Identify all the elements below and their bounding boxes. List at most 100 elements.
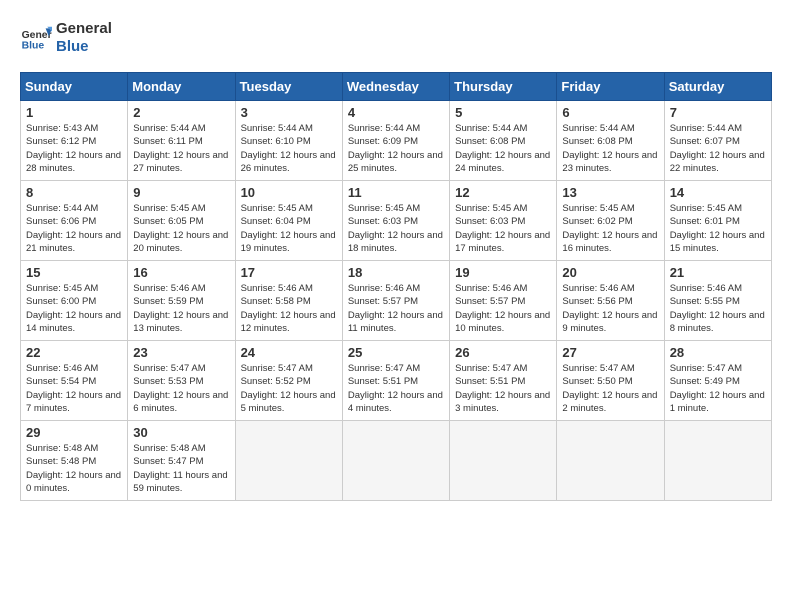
day-cell-29: 29 Sunrise: 5:48 AMSunset: 5:48 PMDaylig… xyxy=(21,421,128,501)
day-number: 26 xyxy=(455,345,551,360)
day-info: Sunrise: 5:45 AMSunset: 6:01 PMDaylight:… xyxy=(670,202,766,255)
day-info: Sunrise: 5:46 AMSunset: 5:56 PMDaylight:… xyxy=(562,282,658,335)
col-wednesday: Wednesday xyxy=(342,73,449,101)
day-cell-2: 2 Sunrise: 5:44 AMSunset: 6:11 PMDayligh… xyxy=(128,101,235,181)
day-info: Sunrise: 5:46 AMSunset: 5:57 PMDaylight:… xyxy=(348,282,444,335)
day-info: Sunrise: 5:44 AMSunset: 6:09 PMDaylight:… xyxy=(348,122,444,175)
day-cell-17: 17 Sunrise: 5:46 AMSunset: 5:58 PMDaylig… xyxy=(235,261,342,341)
empty-cell xyxy=(235,421,342,501)
day-info: Sunrise: 5:45 AMSunset: 6:05 PMDaylight:… xyxy=(133,202,229,255)
day-number: 25 xyxy=(348,345,444,360)
day-info: Sunrise: 5:47 AMSunset: 5:49 PMDaylight:… xyxy=(670,362,766,415)
day-info: Sunrise: 5:46 AMSunset: 5:59 PMDaylight:… xyxy=(133,282,229,335)
header-row: Sunday Monday Tuesday Wednesday Thursday… xyxy=(21,73,772,101)
week-row-2: 8 Sunrise: 5:44 AMSunset: 6:06 PMDayligh… xyxy=(21,181,772,261)
day-number: 21 xyxy=(670,265,766,280)
day-number: 2 xyxy=(133,105,229,120)
empty-cell xyxy=(342,421,449,501)
day-number: 12 xyxy=(455,185,551,200)
day-cell-16: 16 Sunrise: 5:46 AMSunset: 5:59 PMDaylig… xyxy=(128,261,235,341)
day-number: 11 xyxy=(348,185,444,200)
day-info: Sunrise: 5:47 AMSunset: 5:51 PMDaylight:… xyxy=(348,362,444,415)
day-number: 24 xyxy=(241,345,337,360)
day-cell-7: 7 Sunrise: 5:44 AMSunset: 6:07 PMDayligh… xyxy=(664,101,771,181)
day-info: Sunrise: 5:46 AMSunset: 5:58 PMDaylight:… xyxy=(241,282,337,335)
col-friday: Friday xyxy=(557,73,664,101)
day-cell-12: 12 Sunrise: 5:45 AMSunset: 6:03 PMDaylig… xyxy=(450,181,557,261)
day-number: 16 xyxy=(133,265,229,280)
day-info: Sunrise: 5:46 AMSunset: 5:54 PMDaylight:… xyxy=(26,362,122,415)
day-info: Sunrise: 5:47 AMSunset: 5:50 PMDaylight:… xyxy=(562,362,658,415)
empty-cell xyxy=(664,421,771,501)
day-cell-8: 8 Sunrise: 5:44 AMSunset: 6:06 PMDayligh… xyxy=(21,181,128,261)
day-number: 14 xyxy=(670,185,766,200)
day-cell-5: 5 Sunrise: 5:44 AMSunset: 6:08 PMDayligh… xyxy=(450,101,557,181)
day-cell-28: 28 Sunrise: 5:47 AMSunset: 5:49 PMDaylig… xyxy=(664,341,771,421)
day-info: Sunrise: 5:44 AMSunset: 6:06 PMDaylight:… xyxy=(26,202,122,255)
logo-blue: Blue xyxy=(56,38,112,56)
week-row-5: 29 Sunrise: 5:48 AMSunset: 5:48 PMDaylig… xyxy=(21,421,772,501)
day-cell-19: 19 Sunrise: 5:46 AMSunset: 5:57 PMDaylig… xyxy=(450,261,557,341)
day-cell-27: 27 Sunrise: 5:47 AMSunset: 5:50 PMDaylig… xyxy=(557,341,664,421)
week-row-1: 1 Sunrise: 5:43 AMSunset: 6:12 PMDayligh… xyxy=(21,101,772,181)
day-cell-3: 3 Sunrise: 5:44 AMSunset: 6:10 PMDayligh… xyxy=(235,101,342,181)
day-number: 27 xyxy=(562,345,658,360)
day-cell-1: 1 Sunrise: 5:43 AMSunset: 6:12 PMDayligh… xyxy=(21,101,128,181)
col-thursday: Thursday xyxy=(450,73,557,101)
day-info: Sunrise: 5:47 AMSunset: 5:51 PMDaylight:… xyxy=(455,362,551,415)
svg-text:Blue: Blue xyxy=(22,40,45,51)
day-info: Sunrise: 5:43 AMSunset: 6:12 PMDaylight:… xyxy=(26,122,122,175)
calendar-table: Sunday Monday Tuesday Wednesday Thursday… xyxy=(20,72,772,501)
day-cell-14: 14 Sunrise: 5:45 AMSunset: 6:01 PMDaylig… xyxy=(664,181,771,261)
day-number: 22 xyxy=(26,345,122,360)
col-monday: Monday xyxy=(128,73,235,101)
day-number: 7 xyxy=(670,105,766,120)
day-info: Sunrise: 5:47 AMSunset: 5:52 PMDaylight:… xyxy=(241,362,337,415)
day-cell-15: 15 Sunrise: 5:45 AMSunset: 6:00 PMDaylig… xyxy=(21,261,128,341)
day-info: Sunrise: 5:44 AMSunset: 6:07 PMDaylight:… xyxy=(670,122,766,175)
day-number: 30 xyxy=(133,425,229,440)
day-cell-30: 30 Sunrise: 5:48 AMSunset: 5:47 PMDaylig… xyxy=(128,421,235,501)
col-tuesday: Tuesday xyxy=(235,73,342,101)
day-cell-23: 23 Sunrise: 5:47 AMSunset: 5:53 PMDaylig… xyxy=(128,341,235,421)
page-header: General Blue General Blue xyxy=(20,20,772,56)
day-number: 4 xyxy=(348,105,444,120)
day-cell-25: 25 Sunrise: 5:47 AMSunset: 5:51 PMDaylig… xyxy=(342,341,449,421)
day-number: 8 xyxy=(26,185,122,200)
day-number: 9 xyxy=(133,185,229,200)
day-cell-9: 9 Sunrise: 5:45 AMSunset: 6:05 PMDayligh… xyxy=(128,181,235,261)
day-number: 23 xyxy=(133,345,229,360)
day-info: Sunrise: 5:44 AMSunset: 6:08 PMDaylight:… xyxy=(562,122,658,175)
day-info: Sunrise: 5:48 AMSunset: 5:47 PMDaylight:… xyxy=(133,442,229,495)
day-number: 29 xyxy=(26,425,122,440)
day-info: Sunrise: 5:45 AMSunset: 6:04 PMDaylight:… xyxy=(241,202,337,255)
col-saturday: Saturday xyxy=(664,73,771,101)
empty-cell xyxy=(557,421,664,501)
day-cell-24: 24 Sunrise: 5:47 AMSunset: 5:52 PMDaylig… xyxy=(235,341,342,421)
day-cell-6: 6 Sunrise: 5:44 AMSunset: 6:08 PMDayligh… xyxy=(557,101,664,181)
week-row-4: 22 Sunrise: 5:46 AMSunset: 5:54 PMDaylig… xyxy=(21,341,772,421)
day-number: 13 xyxy=(562,185,658,200)
day-number: 6 xyxy=(562,105,658,120)
day-number: 20 xyxy=(562,265,658,280)
day-number: 15 xyxy=(26,265,122,280)
day-cell-4: 4 Sunrise: 5:44 AMSunset: 6:09 PMDayligh… xyxy=(342,101,449,181)
day-cell-20: 20 Sunrise: 5:46 AMSunset: 5:56 PMDaylig… xyxy=(557,261,664,341)
day-info: Sunrise: 5:46 AMSunset: 5:55 PMDaylight:… xyxy=(670,282,766,335)
week-row-3: 15 Sunrise: 5:45 AMSunset: 6:00 PMDaylig… xyxy=(21,261,772,341)
day-info: Sunrise: 5:45 AMSunset: 6:02 PMDaylight:… xyxy=(562,202,658,255)
day-info: Sunrise: 5:44 AMSunset: 6:08 PMDaylight:… xyxy=(455,122,551,175)
logo: General Blue General Blue xyxy=(20,20,112,56)
day-number: 1 xyxy=(26,105,122,120)
day-cell-26: 26 Sunrise: 5:47 AMSunset: 5:51 PMDaylig… xyxy=(450,341,557,421)
day-number: 17 xyxy=(241,265,337,280)
logo-general: General xyxy=(56,20,112,38)
day-cell-21: 21 Sunrise: 5:46 AMSunset: 5:55 PMDaylig… xyxy=(664,261,771,341)
day-number: 5 xyxy=(455,105,551,120)
day-info: Sunrise: 5:48 AMSunset: 5:48 PMDaylight:… xyxy=(26,442,122,495)
day-number: 18 xyxy=(348,265,444,280)
day-number: 19 xyxy=(455,265,551,280)
day-info: Sunrise: 5:47 AMSunset: 5:53 PMDaylight:… xyxy=(133,362,229,415)
day-info: Sunrise: 5:44 AMSunset: 6:11 PMDaylight:… xyxy=(133,122,229,175)
day-cell-22: 22 Sunrise: 5:46 AMSunset: 5:54 PMDaylig… xyxy=(21,341,128,421)
